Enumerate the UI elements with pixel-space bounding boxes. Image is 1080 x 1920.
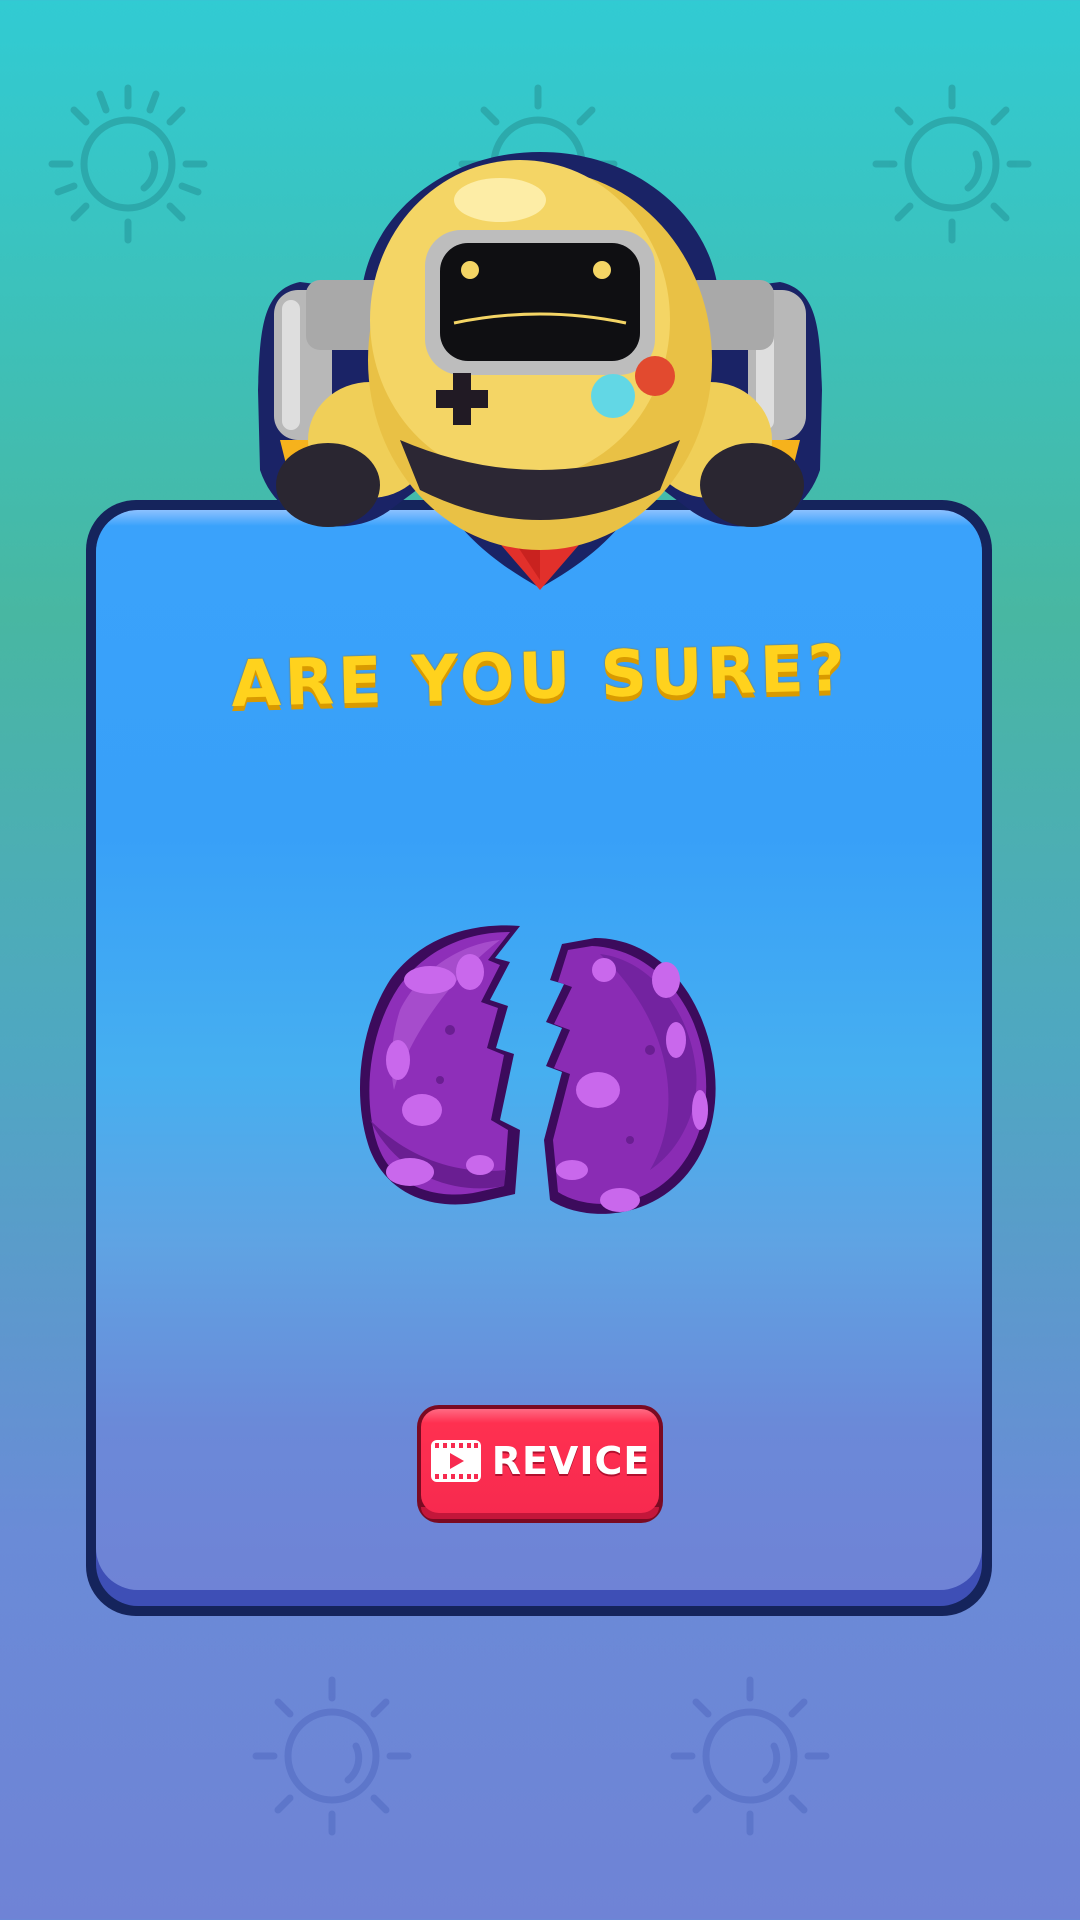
revive-button-face: REVICE <box>421 1409 659 1513</box>
robot-mascot <box>240 140 840 600</box>
revive-button[interactable]: REVICE <box>417 1405 663 1523</box>
sun-icon <box>872 84 1032 244</box>
sun-icon <box>48 84 208 244</box>
revive-button-label: REVICE <box>491 1439 651 1483</box>
sun-icon <box>670 1676 830 1836</box>
sun-icon <box>252 1676 412 1836</box>
video-ad-icon <box>430 1439 482 1483</box>
cracked-egg-image <box>350 910 730 1230</box>
